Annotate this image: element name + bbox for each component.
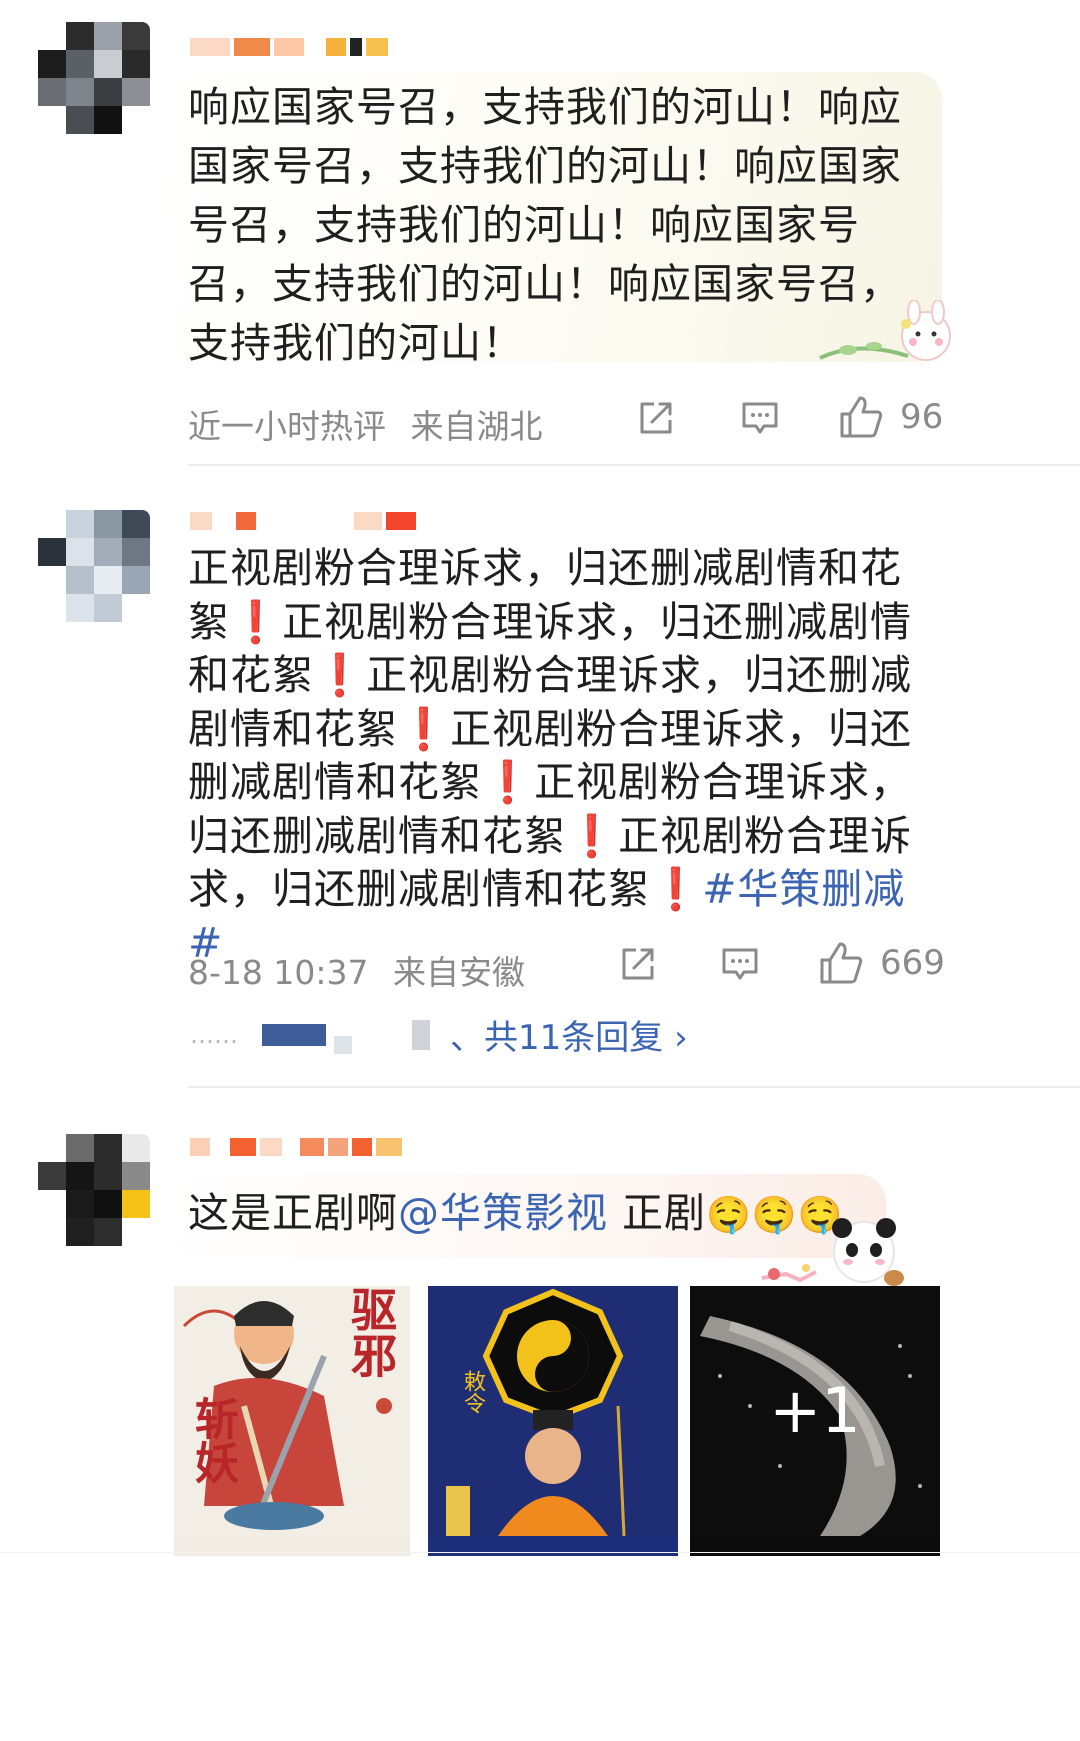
avatar[interactable] (38, 1134, 150, 1246)
comment-button[interactable] (720, 944, 760, 984)
thumbs-up-icon (840, 396, 883, 438)
comment-3: 这是正剧啊@华策影视 正剧🤤🤤🤤 斩妖 驱邪 敕令 +1 (0, 1090, 1080, 1741)
replier-name-redacted (412, 1019, 430, 1050)
bunny-sticker (819, 300, 951, 361)
drool-emoji: 🤤 (706, 1195, 752, 1236)
username-redacted[interactable] (190, 36, 388, 58)
thumbnail-caption: 敕令 (460, 1370, 485, 1414)
avatar[interactable] (38, 22, 150, 134)
like-count: 669 (880, 943, 945, 983)
replies-preview[interactable]: …… 、共11条回复 › (190, 1010, 688, 1059)
comment-time: 近一小时热评 (188, 407, 386, 446)
thumbnail-caption: 斩妖 (187, 1396, 238, 1484)
exclamation-emoji: ❗ (230, 597, 283, 646)
comment-time: 8-18 10:37 (188, 953, 369, 992)
comment-meta: 8-18 10:37 来自安徽 (188, 946, 525, 994)
comment-text-segment: 这是正剧啊 (188, 1189, 398, 1237)
share-icon (640, 402, 672, 434)
comment-2: 正视剧粉合理诉求，归还删减剧情和花絮❗正视剧粉合理诉求，归还删减剧情和花絮❗正视… (0, 470, 1080, 1090)
exclamation-emoji: ❗ (650, 865, 703, 913)
comment-button[interactable] (740, 398, 780, 438)
like-count: 96 (900, 397, 944, 437)
share-button[interactable] (636, 398, 676, 438)
replier-name-redacted (334, 1035, 352, 1054)
comment-text: 正视剧粉合理诉求，归还删减剧情和花絮❗正视剧粉合理诉求，归还删减剧情和花絮❗正视… (188, 542, 928, 970)
share-icon (622, 948, 654, 980)
comment-location: 来自湖北 (410, 407, 543, 446)
bottom-edge (0, 1552, 1080, 1553)
exclamation-emoji: ❗ (566, 811, 619, 860)
like-button[interactable]: 669 (818, 940, 945, 986)
exclamation-emoji: ❗ (314, 651, 367, 699)
more-images-count: +1 (769, 1374, 861, 1447)
comment-1: 响应国家号召，支持我们的河山！响应国家号召，支持我们的河山！响应国家号召，支持我… (0, 0, 1080, 470)
share-button[interactable] (618, 944, 658, 984)
comment-meta: 近一小时热评 来自湖北 (188, 400, 543, 448)
comment-location: 来自安徽 (393, 953, 525, 992)
replier-name-redacted (262, 1023, 326, 1046)
replies-count-link[interactable]: 、共11条回复 › (450, 1010, 688, 1059)
image-thumbnail-taoist[interactable]: 敕令 (428, 1286, 678, 1556)
exclamation-emoji: ❗ (398, 704, 451, 753)
username-redacted[interactable] (190, 1136, 402, 1158)
comment-icon (722, 948, 758, 980)
replies-dots: …… (190, 1020, 238, 1049)
thumbnail-caption: 驱邪 (344, 1286, 398, 1378)
exclamation-emoji: ❗ (482, 758, 535, 806)
mention-link[interactable]: @华策影视 (398, 1189, 608, 1237)
comment-text-segment: 正剧 (608, 1189, 707, 1237)
like-button[interactable]: 96 (838, 394, 943, 440)
username-redacted[interactable] (190, 510, 416, 532)
divider (188, 464, 1080, 466)
thumbs-up-icon (820, 942, 863, 984)
divider (188, 1086, 1080, 1088)
avatar[interactable] (38, 510, 150, 622)
image-thumbnail-more[interactable]: +1 (690, 1286, 940, 1556)
comment-icon (742, 402, 778, 434)
image-thumbnail-demon-slayer[interactable]: 斩妖 驱邪 (174, 1286, 410, 1556)
panda-sticker (761, 1218, 904, 1286)
